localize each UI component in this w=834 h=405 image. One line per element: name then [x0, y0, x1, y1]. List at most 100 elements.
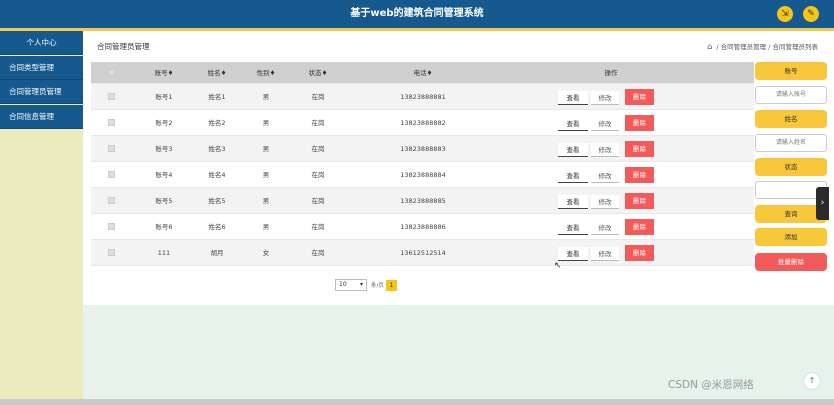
cell-sex: 男	[262, 145, 270, 153]
fullscreen-icon[interactable]: ⇲	[777, 6, 793, 22]
edit-button[interactable]: 修改	[591, 195, 619, 209]
cell-sex: 男	[262, 197, 270, 205]
sidebar: 个人中心 合同类型管理 合同管理员管理 合同信息管理	[0, 31, 83, 405]
cell-status: 在岗	[311, 249, 325, 257]
delete-button[interactable]: 删除	[625, 89, 654, 105]
cell-sex: 男	[262, 171, 270, 179]
edit-button[interactable]: 修改	[591, 91, 619, 105]
table-header-row: 账号♦ 姓名♦ 性别♦ 状态♦ 电话♦ 操作	[91, 62, 754, 84]
cell-status: 在岗	[311, 197, 325, 205]
admin-table: 账号♦ 姓名♦ 性别♦ 状态♦ 电话♦ 操作 账号1 姓名1 男在岗 13823888…	[91, 62, 754, 266]
account-filter-label: 账号	[755, 62, 827, 80]
sort-icon: ♦	[321, 69, 328, 77]
table-row: 账号1 姓名1 男 在岗 13823888881 查看 修改 删除	[91, 84, 754, 110]
sort-icon: ♦	[269, 69, 276, 77]
view-button[interactable]: 查看	[558, 221, 588, 235]
cell-status: 在岗	[311, 145, 325, 153]
delete-button[interactable]: 删除	[625, 115, 654, 131]
row-checkbox[interactable]	[108, 249, 115, 256]
batch-delete-button[interactable]: 批量删除	[755, 253, 827, 271]
cell-sex: 男	[262, 93, 270, 101]
table-row: 111 胡月 女 在岗 13612512514 查看 修改 删除	[91, 240, 754, 266]
delete-button[interactable]: 删除	[625, 167, 654, 183]
cell-sex: 男	[262, 223, 270, 231]
table-row: 账号4 姓名4 男 在岗 13823888884 查看 修改 删除	[91, 162, 754, 188]
expand-panel-chevron-icon[interactable]: ›	[816, 187, 829, 220]
edit-button[interactable]: 修改	[591, 221, 619, 235]
cell-sex: 女	[262, 249, 270, 257]
cell-phone: 13823888883	[400, 145, 446, 153]
back-to-top-icon[interactable]: ↑	[803, 372, 821, 390]
delete-button[interactable]: 删除	[625, 219, 654, 235]
page-number-current[interactable]: 1	[385, 279, 397, 291]
row-checkbox[interactable]	[108, 171, 115, 178]
row-checkbox[interactable]	[108, 145, 115, 152]
sort-icon: ♦	[426, 69, 433, 77]
edit-button[interactable]: 修改	[591, 117, 619, 131]
edit-button[interactable]: 修改	[591, 247, 619, 261]
cell-account: 账号5	[155, 197, 173, 205]
edit-button[interactable]: 修改	[591, 143, 619, 157]
main-content: 合同管理员管理 ⌂ / 合同管理员管理 / 合同管理员列表 账号♦ 姓名♦ 性别…	[83, 31, 834, 305]
horizontal-scrollbar[interactable]	[0, 399, 834, 405]
cell-status: 在岗	[311, 223, 325, 231]
sidebar-item-contract-types[interactable]: 合同类型管理	[0, 55, 83, 80]
cell-account: 账号2	[155, 119, 173, 127]
view-button[interactable]: 查看	[558, 247, 588, 261]
sidebar-item-contract-info[interactable]: 合同信息管理	[0, 104, 83, 129]
view-button[interactable]: 查看	[558, 117, 588, 131]
cell-account: 账号6	[155, 223, 173, 231]
row-checkbox[interactable]	[108, 223, 115, 230]
breadcrumb-item[interactable]: 合同管理员管理	[721, 43, 767, 51]
cell-name: 姓名3	[208, 145, 226, 153]
view-button[interactable]: 查看	[558, 169, 588, 183]
column-header-status[interactable]: 状态♦	[303, 62, 333, 84]
watermark: CSDN @米恩网络	[668, 379, 754, 391]
sidebar-item-profile[interactable]: 个人中心	[0, 31, 83, 55]
delete-button[interactable]: 删除	[625, 141, 654, 157]
cell-phone: 13823888885	[400, 197, 446, 205]
column-header-account[interactable]: 账号♦	[139, 62, 189, 84]
mouse-cursor-icon: ↖	[554, 261, 562, 271]
cell-account: 账号4	[155, 171, 173, 179]
delete-button[interactable]: 删除	[625, 245, 654, 261]
row-checkbox[interactable]	[108, 93, 115, 100]
column-header-ops: 操作	[604, 69, 618, 77]
cell-phone: 13823888884	[400, 171, 446, 179]
view-button[interactable]: 查看	[558, 91, 588, 105]
cell-account: 账号1	[155, 93, 173, 101]
breadcrumb: ⌂ / 合同管理员管理 / 合同管理员列表	[707, 42, 819, 51]
table-row: 账号6 姓名6 男 在岗 13823888886 查看 修改 删除	[91, 214, 754, 240]
name-search-input[interactable]: 请输入姓名	[755, 134, 827, 152]
user-icon[interactable]: ✎	[803, 6, 819, 22]
page-title: 合同管理员管理	[97, 42, 150, 51]
cell-account: 111	[157, 249, 171, 257]
row-checkbox[interactable]	[108, 119, 115, 126]
cell-phone: 13823888881	[400, 93, 446, 101]
column-header-phone[interactable]: 电话♦	[373, 62, 473, 84]
column-header-name[interactable]: 姓名♦	[197, 62, 237, 84]
edit-button[interactable]: 修改	[591, 169, 619, 183]
row-checkbox[interactable]	[108, 197, 115, 204]
pagination: 10 ▾ 条/页 1	[335, 279, 397, 291]
column-header-sex[interactable]: 性别♦	[251, 62, 281, 84]
select-all-checkbox[interactable]	[108, 69, 115, 76]
sort-icon: ♦	[220, 69, 227, 77]
account-search-input[interactable]: 请输入账号	[755, 86, 827, 104]
home-icon[interactable]: ⌂	[707, 42, 712, 51]
table-row: 账号3 姓名3 男 在岗 13823888883 查看 修改 删除	[91, 136, 754, 162]
view-button[interactable]: 查看	[558, 143, 588, 157]
cell-status: 在岗	[311, 171, 325, 179]
delete-button[interactable]: 删除	[625, 193, 654, 209]
add-button[interactable]: 添加	[755, 228, 827, 246]
page-size-select[interactable]: 10 ▾	[335, 279, 367, 291]
chevron-down-icon: ▾	[359, 281, 363, 288]
view-button[interactable]: 查看	[558, 195, 588, 209]
per-page-label: 条/页	[371, 283, 384, 289]
sidebar-item-contract-admins[interactable]: 合同管理员管理	[0, 80, 83, 104]
breadcrumb-item-current: 合同管理员列表	[772, 43, 819, 51]
cell-name: 胡月	[210, 249, 224, 257]
cell-name: 姓名4	[208, 171, 226, 179]
top-header: 基于web的建筑合同管理系统 ⇲ ✎	[0, 0, 834, 28]
cell-name: 姓名2	[208, 119, 226, 127]
